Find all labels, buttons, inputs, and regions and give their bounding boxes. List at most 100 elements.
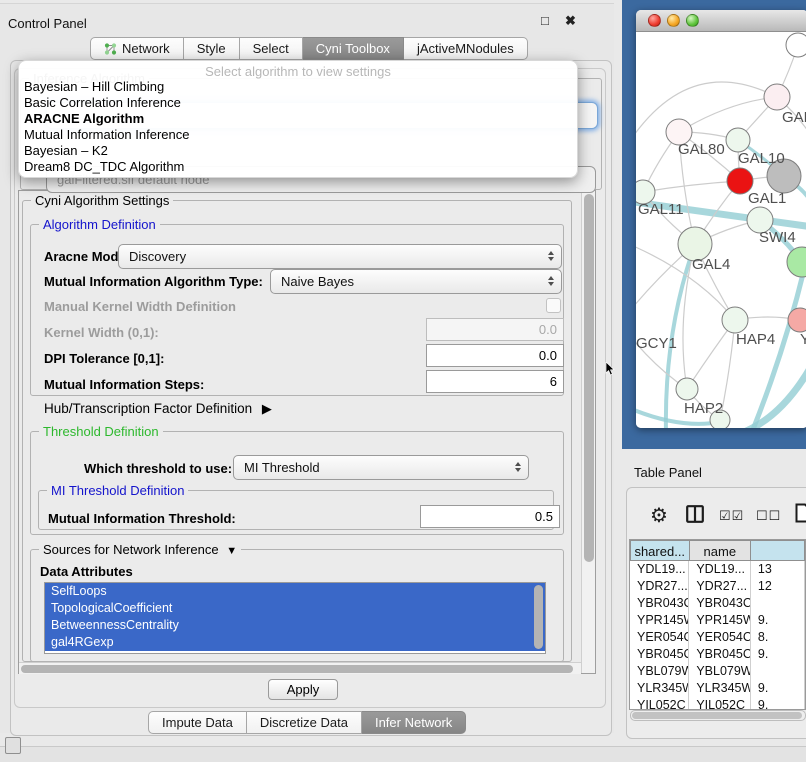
table-cell: YDL19...: [689, 561, 751, 578]
mi-algorithm-type-combo[interactable]: Naive Bayes: [270, 269, 562, 294]
dpi-tolerance-label: DPI Tolerance [0,1]:: [44, 351, 164, 366]
attribute-item-gal4rgexp[interactable]: gal4RGexp: [45, 634, 545, 651]
algorithm-option-basic-correlation-inference[interactable]: Basic Correlation Inference: [19, 95, 577, 111]
table-header-row: shared...name: [630, 540, 805, 561]
table-row[interactable]: YBL079WYBL079W: [630, 663, 805, 680]
attribute-item-betweennesscentrality[interactable]: BetweennessCentrality: [45, 617, 545, 634]
hub-definition-expander[interactable]: Hub/Transcription Factor Definition ▶: [44, 401, 272, 417]
table-cell: YDR27...: [689, 578, 751, 595]
table-row[interactable]: YER054CYER054C8.: [630, 629, 805, 646]
deselect-all-columns-icon[interactable]: ☐☐: [756, 508, 781, 524]
node-label: GCY1: [636, 335, 677, 352]
dpi-tolerance-input[interactable]: [426, 344, 564, 367]
network-canvas[interactable]: GALGAL80GAL10GAL1GAL11SWI4GAL4GCY1HAP4YH…: [636, 32, 806, 428]
mi-threshold-group-title: MI Threshold Definition: [47, 483, 188, 498]
mi-algorithm-type-value: Naive Bayes: [281, 274, 354, 289]
network-node[interactable]: [786, 33, 806, 57]
table-row[interactable]: YBR045CYBR045C9.: [630, 646, 805, 663]
column-header-shared[interactable]: shared...: [630, 540, 690, 561]
data-attributes-list[interactable]: SelfLoopsTopologicalCoefficientBetweenne…: [44, 582, 546, 654]
tab-cyni-toolbox[interactable]: Cyni Toolbox: [303, 37, 404, 60]
table-cell: YIL052C: [689, 697, 751, 710]
expand-right-icon: ▶: [256, 401, 272, 416]
zoom-traffic-light-icon[interactable]: [686, 14, 699, 27]
network-edge: [636, 82, 777, 150]
mi-steps-input[interactable]: [426, 370, 564, 393]
tab-style[interactable]: Style: [184, 37, 240, 60]
desktop: { "icons": { "float_glyph": "□", "close_…: [0, 0, 806, 762]
data-attributes-label: Data Attributes: [40, 564, 133, 579]
aracne-mode-combo[interactable]: Discovery: [118, 244, 562, 269]
algorithm-option-mutual-information-inference[interactable]: Mutual Information Inference: [19, 127, 577, 143]
which-threshold-combo[interactable]: MI Threshold: [233, 455, 529, 480]
algorithm-option-dream8-dc-tdc-algorithm[interactable]: Dream8 DC_TDC Algorithm: [19, 159, 577, 175]
algorithm-dropdown-popup: Select algorithm to view settings Bayesi…: [18, 60, 578, 178]
float-window-icon[interactable]: □: [541, 13, 549, 28]
algorithm-option-bayesian-k2[interactable]: Bayesian – K2: [19, 143, 577, 159]
tab-infer-network[interactable]: Infer Network: [362, 711, 466, 734]
settings-horizontal-scrollbar[interactable]: [19, 662, 581, 674]
attribute-item-selfloops[interactable]: SelfLoops: [45, 583, 545, 600]
settings-vertical-scrollbar[interactable]: [581, 191, 595, 673]
minimized-panel-icon[interactable]: [5, 737, 21, 754]
column-header-2[interactable]: [751, 540, 805, 561]
network-node-gal[interactable]: [764, 84, 790, 110]
gear-icon[interactable]: ⚙: [650, 503, 668, 528]
combo-stepper-icon: [548, 251, 554, 261]
tab-label: jActiveMNodules: [417, 41, 514, 56]
expand-down-icon[interactable]: ▼: [222, 545, 237, 557]
apply-button[interactable]: Apply: [268, 679, 338, 700]
tab-label: Impute Data: [162, 715, 233, 730]
kernel-width-input[interactable]: [426, 318, 564, 341]
algorithm-definition-title: Algorithm Definition: [39, 217, 160, 232]
table-row[interactable]: YBR043CYBR043C: [630, 595, 805, 612]
settings-vertical-scrollbar-thumb[interactable]: [584, 194, 594, 562]
threshold-definition-title: Threshold Definition: [39, 424, 163, 439]
mi-steps-label: Mutual Information Steps:: [44, 377, 204, 392]
network-node-hap2[interactable]: [676, 378, 698, 400]
network-window-titlebar[interactable]: [636, 10, 806, 32]
tab-select[interactable]: Select: [240, 37, 303, 60]
close-traffic-light-icon[interactable]: [648, 14, 661, 27]
tab-impute-data[interactable]: Impute Data: [148, 711, 247, 734]
attribute-item-topologicalcoefficient[interactable]: TopologicalCoefficient: [45, 600, 545, 617]
select-all-columns-icon[interactable]: ☑☑: [719, 508, 744, 524]
algorithm-option-bayesian-hill-climbing[interactable]: Bayesian – Hill Climbing: [19, 79, 577, 95]
table-horizontal-scrollbar[interactable]: [630, 710, 806, 721]
split-columns-icon[interactable]: [686, 505, 704, 523]
network-node-gal10[interactable]: [726, 128, 750, 152]
tab-jactivemnodules[interactable]: jActiveMNodules: [404, 37, 528, 60]
table-horizontal-scrollbar-thumb[interactable]: [632, 712, 802, 719]
table-row[interactable]: YLR345WYLR345W9.: [630, 680, 805, 697]
sources-title-text: Sources for Network Inference: [43, 542, 219, 557]
tab-label: Discretize Data: [260, 715, 348, 730]
table-row[interactable]: YDR27...YDR27...12: [630, 578, 805, 595]
table-row[interactable]: YIL052CYIL052C9.: [630, 697, 805, 710]
algorithm-option-aracne-algorithm[interactable]: ARACNE Algorithm: [19, 111, 577, 127]
manual-kernel-width-checkbox[interactable]: [546, 298, 561, 313]
settings-horizontal-scrollbar-thumb[interactable]: [21, 665, 573, 673]
table-cell: YBR045C: [689, 646, 751, 663]
table-cell: YIL052C: [630, 697, 689, 710]
table-row[interactable]: YPR145WYPR145W9.: [630, 612, 805, 629]
column-header-name[interactable]: name: [690, 540, 752, 561]
mi-threshold-label: Mutual Information Threshold:: [48, 511, 236, 526]
table-cell: YBR043C: [689, 595, 751, 612]
table-cell: YBL079W: [689, 663, 751, 680]
minimize-traffic-light-icon[interactable]: [667, 14, 680, 27]
node-label: GAL4: [692, 256, 730, 273]
tab-discretize-data[interactable]: Discretize Data: [247, 711, 362, 734]
attributes-list-scrollbar[interactable]: [534, 585, 543, 649]
network-node[interactable]: [787, 247, 806, 277]
table-row[interactable]: YDL19...YDL19...13: [630, 561, 805, 578]
mi-threshold-input[interactable]: [420, 505, 560, 528]
export-table-icon[interactable]: [795, 503, 806, 523]
table-cell: YBR045C: [630, 646, 689, 663]
node-label: HAP4: [736, 331, 775, 348]
close-window-icon[interactable]: ✖: [565, 13, 576, 29]
network-node-hap4[interactable]: [722, 307, 748, 333]
tab-network[interactable]: Network: [90, 37, 184, 60]
table-cell: 12: [751, 578, 805, 595]
which-threshold-label: Which threshold to use:: [84, 461, 232, 476]
table-cell: YDR27...: [630, 578, 689, 595]
